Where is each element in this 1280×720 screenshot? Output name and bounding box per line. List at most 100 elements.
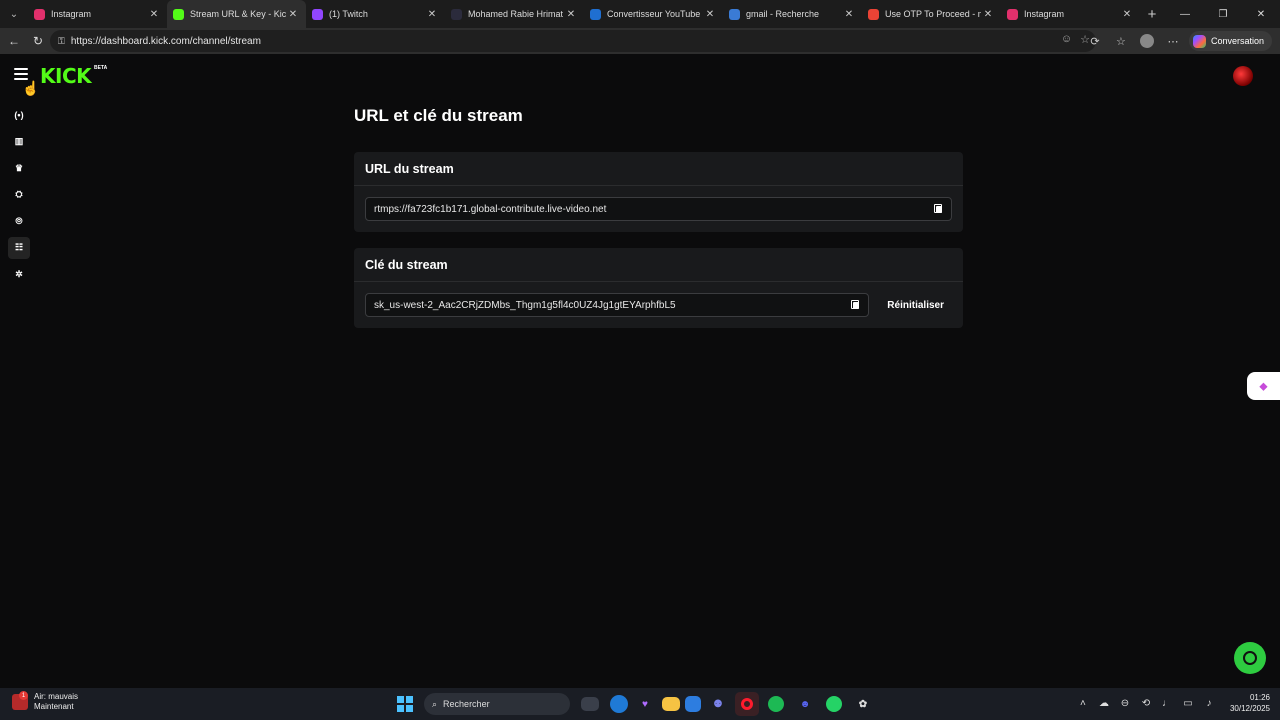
tab-label: gmail - Recherche [746,9,820,19]
live-icon[interactable]: (•) [8,104,30,126]
purple-app-icon[interactable]: ♥ [633,692,657,716]
stream-url-field[interactable]: rtmps://fa723fc1b171.global-contribute.l… [365,197,952,221]
browser-tab[interactable]: Convertisseur YouTube en M✕ [584,0,723,28]
close-tab-icon[interactable]: ✕ [425,9,439,20]
opera-icon[interactable] [735,692,759,716]
browser-tab[interactable]: Stream URL & Key - Kick Da✕ [167,0,306,28]
analytics-icon[interactable]: ▥ [8,131,30,153]
profile-avatar [1139,34,1154,48]
store-icon[interactable] [685,696,701,712]
microphone-icon[interactable]: ♩ [1161,698,1173,709]
maximize-icon[interactable]: ❐ [1204,0,1242,28]
channel-settings-icon[interactable]: ☷ [8,236,30,259]
tab-label: Instagram [1024,9,1065,19]
gmail-icon [868,8,879,20]
dashboard-sidebar: (•) ▥ ♛ ⛭ ⦾ ☷ ✲ [8,104,30,290]
page-title: URL et clé du stream [354,106,523,125]
kick-icon [173,8,184,20]
location-pin-icon[interactable]: ⬥ [1247,372,1280,400]
refresh-extension-icon[interactable]: ⟳ [1085,30,1105,52]
site-info-icon[interactable]: ⚿ [58,36,65,47]
community-icon[interactable]: ⛭ [8,184,30,206]
date: 30/12/2025 [1229,704,1270,713]
sync-icon[interactable]: ⟲ [1140,698,1152,709]
minimize-icon[interactable]: — [1166,0,1204,28]
edge-icon[interactable] [610,695,628,713]
browser-tab[interactable]: Use OTP To Proceed - moua✕ [862,0,1001,28]
time: 01:26 [1249,693,1270,702]
teams-icon[interactable]: ⚉ [706,692,730,716]
clock[interactable]: 01:26 30/12/2025 [1230,692,1270,714]
stream-key-field[interactable]: sk_us-west-2_Aac2CRjZDMbs_Thgm1g5fl4c0UZ… [365,293,870,317]
air-quality-icon: 1 [12,691,28,710]
kick-dashboard-page: ☝ KICK BETA (•) ▥ ♛ ⛭ ⦾ ☷ ✲ URL et clé du stre… [0,54,1280,688]
settings-icon[interactable]: ✲ [8,264,30,286]
close-tab-icon[interactable]: ✕ [842,9,856,20]
url-text: https://dashboard.kick.com/channel/strea… [70,35,261,47]
support-chat-button[interactable] [1234,642,1266,674]
stream-key-heading: Clé du stream [354,248,963,282]
notification-badge: 1 [19,691,28,700]
file-explorer-icon[interactable] [662,697,680,711]
conversation-label: Conversation [1210,36,1264,46]
new-tab-button[interactable]: + [1140,6,1164,23]
stream-url-heading: URL du stream [354,152,963,186]
chevron-up-icon[interactable]: ˄ [1077,698,1089,709]
spotify-icon[interactable] [768,696,784,712]
volume-icon[interactable]: ♪ [1203,698,1215,709]
close-tab-icon[interactable]: ✕ [981,9,995,20]
close-tab-icon[interactable]: ✕ [564,9,578,20]
browser-tab[interactable]: gmail - Recherche ✕ [723,0,862,28]
browser-tab[interactable]: Instagram ✕ [28,0,167,28]
mouse-cursor-icon: ☝ [22,80,40,96]
profile-icon[interactable] [1137,30,1157,52]
tab-actions-icon[interactable]: ⌄ [0,0,28,28]
search-icon: ⌕ [432,698,438,709]
reader-icon[interactable]: ☺ [1061,33,1072,46]
reload-icon[interactable]: ↻ [26,28,50,54]
support-icon [1243,651,1257,665]
close-window-icon[interactable]: ✕ [1242,0,1280,28]
copilot-conversation-button[interactable]: Conversation [1188,31,1272,51]
display-icon[interactable]: ▭ [1182,698,1194,709]
tab-label: Mohamed Rabie Hrimat - Re [468,9,564,19]
stream-settings-content: URL et clé du stream URL du stream rtmps… [354,106,963,328]
discord-icon[interactable]: ☻ [793,692,817,716]
copilot-icon [1192,34,1206,48]
browser-tab[interactable]: (1) Twitch ✕ [306,0,445,28]
copy-icon[interactable] [934,204,943,214]
onedrive-icon[interactable]: ☁ [1098,698,1110,709]
reset-key-button[interactable]: Réinitialiser [879,293,952,317]
stream-icon[interactable]: ⦾ [8,210,30,232]
twitch-icon [312,8,323,20]
search-icon [729,8,740,20]
back-icon[interactable]: ← [2,28,26,54]
browser-tab[interactable]: Mohamed Rabie Hrimat - Re✕ [445,0,584,28]
whatsapp-icon[interactable] [826,696,842,712]
windows-taskbar: 1 Air: mauvais Maintenant ⌕ Rechercher ♥… [0,688,1280,720]
favorites-icon[interactable]: ☆ [1111,30,1131,52]
user-avatar[interactable] [1233,66,1253,86]
window-controls: — ❐ ✕ [1166,0,1280,28]
trophy-icon[interactable]: ♛ [8,157,30,179]
url-field[interactable]: ⚿ https://dashboard.kick.com/channel/str… [50,30,1096,52]
app-tray-icon[interactable]: ⊖ [1119,698,1131,709]
copy-icon[interactable] [851,300,860,310]
browser-tab[interactable]: Instagram ✕ [1001,0,1140,28]
start-button[interactable] [395,694,415,714]
tab-label: Stream URL & Key - Kick Da [190,9,286,19]
weather-subtitle: Maintenant [34,702,74,711]
more-options-icon[interactable]: ⋯ [1163,30,1183,52]
close-tab-icon[interactable]: ✕ [703,9,717,20]
close-tab-icon[interactable]: ✕ [147,9,161,20]
close-tab-icon[interactable]: ✕ [286,9,300,20]
stream-key-card: Clé du stream sk_us-west-2_Aac2CRjZDMbs_… [354,248,963,328]
close-tab-icon[interactable]: ✕ [1120,9,1134,20]
weather-widget[interactable]: 1 Air: mauvais Maintenant [12,691,78,712]
task-view-icon[interactable] [581,697,599,711]
taskbar-search[interactable]: ⌕ Rechercher [424,693,570,715]
kick-logo[interactable]: KICK [40,64,92,88]
chatgpt-icon[interactable]: ✿ [851,692,875,716]
stream-url-value: rtmps://fa723fc1b171.global-contribute.l… [374,203,607,215]
instagram-icon [34,8,45,20]
